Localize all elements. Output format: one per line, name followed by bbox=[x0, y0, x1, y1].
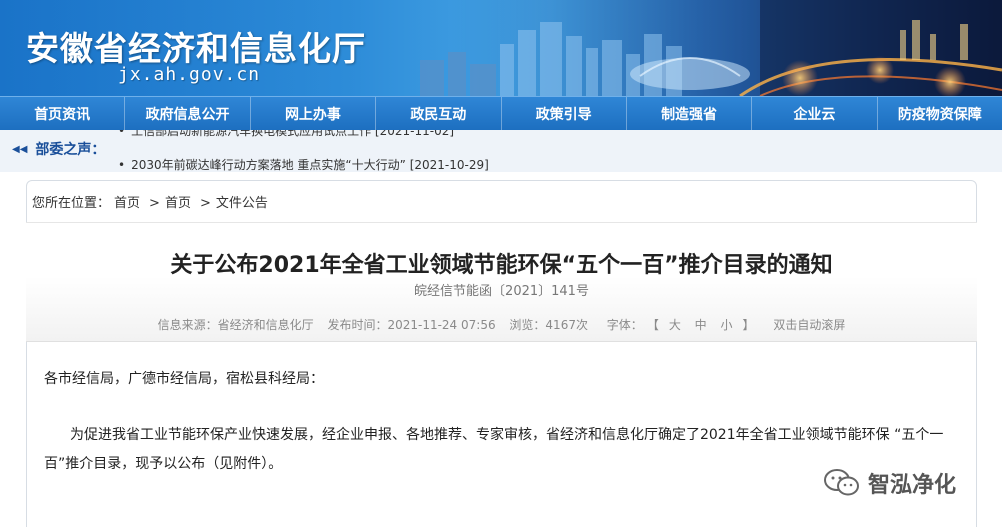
wechat-icon bbox=[824, 469, 859, 496]
article-header: 关于公布2021年全省工业领域节能环保“五个一百”推介目录的通知 皖经信节能函〔… bbox=[26, 222, 977, 342]
nav-item-epidemic-supplies[interactable]: 防疫物资保障 bbox=[878, 97, 1002, 130]
font-size-label: 字体： bbox=[606, 318, 643, 332]
nav-item-homepage-news[interactable]: 首页资讯 bbox=[0, 97, 126, 130]
meta-views: 浏览：4167次 bbox=[509, 318, 588, 332]
bullet-icon: • bbox=[118, 130, 126, 138]
meta-published: 发布时间：2021-11-24 07:56 bbox=[327, 318, 496, 332]
ticker-item[interactable]: • 工信部启动新能源汽车换电模式应用试点工作 [2021-11-02] bbox=[118, 130, 454, 139]
nav-item-policy-guidance[interactable]: 政策引导 bbox=[502, 97, 627, 130]
page-root: 安徽省经济和信息化厅 jx.ah.gov.cn 首页资讯 政府信息公开 网上办事… bbox=[0, 0, 1002, 527]
article-meta: 信息来源：省经济和信息化厅 发布时间：2021-11-24 07:56 浏览：4… bbox=[26, 316, 977, 333]
watermark-text: 智泓净化 bbox=[868, 473, 957, 498]
site-url: jx.ah.gov.cn bbox=[118, 64, 261, 85]
ticker-item[interactable]: • 2030年前碳达峰行动方案落地 重点实施“十大行动” [2021-10-29] bbox=[118, 156, 489, 172]
ticker-item-date: [2021-10-29] bbox=[409, 158, 489, 172]
font-large-button[interactable]: 大 bbox=[669, 318, 681, 332]
font-bracket-close: 】 bbox=[742, 318, 755, 332]
wechat-watermark: 智泓净化 bbox=[822, 466, 956, 500]
breadcrumb-item-announcements[interactable]: 文件公告 bbox=[216, 196, 268, 211]
nav-item-public-interaction[interactable]: 政民互动 bbox=[376, 97, 502, 130]
meta-font-size: 字体： 【大 中 小】 bbox=[602, 318, 760, 332]
article-paragraph-line: 百”推介目录，现予以公布（见附件）。 bbox=[44, 456, 283, 472]
nav-item-online-services[interactable]: 网上办事 bbox=[251, 97, 377, 130]
notice-label-text: 部委之声： bbox=[35, 142, 106, 158]
breadcrumb-separator: > bbox=[199, 196, 211, 211]
notice-ticker: • 工信部启动新能源汽车换电模式应用试点工作 [2021-11-02] • 2030… bbox=[118, 130, 678, 172]
font-small-button[interactable]: 小 bbox=[721, 318, 733, 332]
main-nav: 首页资讯 政府信息公开 网上办事 政民互动 政策引导 制造强省 企业云 防疫物资… bbox=[0, 96, 1002, 130]
site-title: 安徽省经济和信息化厅 bbox=[26, 29, 366, 68]
breadcrumb: 您所在位置： 首页 > 首页 > 文件公告 bbox=[26, 180, 977, 220]
nav-item-manufacturing[interactable]: 制造强省 bbox=[627, 97, 753, 130]
bullet-icon: • bbox=[118, 158, 126, 172]
nav-item-enterprise-cloud[interactable]: 企业云 bbox=[752, 97, 878, 130]
breadcrumb-item-home-2[interactable]: 首页 bbox=[165, 196, 191, 211]
ministry-notice-bar: ◀◀ 部委之声： • 工信部启动新能源汽车换电模式应用试点工作 [2021-11-0… bbox=[0, 130, 1002, 172]
ticker-item-link[interactable]: 2030年前碳达峰行动方案落地 重点实施“十大行动” bbox=[131, 158, 406, 172]
breadcrumb-separator: > bbox=[149, 196, 160, 211]
nav-item-gov-info-disclosure[interactable]: 政府信息公开 bbox=[125, 97, 251, 130]
article-salutation: 各市经信局，广德市经信局，宿松县科经局： bbox=[44, 371, 324, 387]
document-number: 皖经信节能函〔2021〕141号 bbox=[414, 284, 589, 299]
font-bracket-open: 【 bbox=[652, 318, 659, 332]
article-paragraph-line: 为促进我省工业节能环保产业快速发展，经企业申报、各地推荐、专家审核，省经济和信息… bbox=[70, 427, 944, 443]
ticker-item-date: [2021-11-02] bbox=[374, 130, 455, 138]
meta-source: 信息来源：省经济和信息化厅 bbox=[157, 318, 314, 332]
article-title: 关于公布2021年全省工业领域节能环保“五个一百”推介目录的通知 bbox=[170, 253, 833, 278]
notice-label: ◀◀ 部委之声： bbox=[12, 139, 105, 159]
meta-autoscroll[interactable]: 双击自动滚屏 bbox=[773, 318, 845, 332]
ticker-item-link[interactable]: 工信部启动新能源汽车换电模式应用试点工作 bbox=[131, 130, 371, 138]
speaker-icon: ◀◀ bbox=[12, 144, 28, 155]
site-banner: 安徽省经济和信息化厅 jx.ah.gov.cn bbox=[0, 0, 1002, 96]
breadcrumb-prefix: 您所在位置： bbox=[32, 196, 111, 211]
font-medium-button[interactable]: 中 bbox=[695, 318, 707, 332]
breadcrumb-item-home[interactable]: 首页 bbox=[114, 196, 140, 211]
